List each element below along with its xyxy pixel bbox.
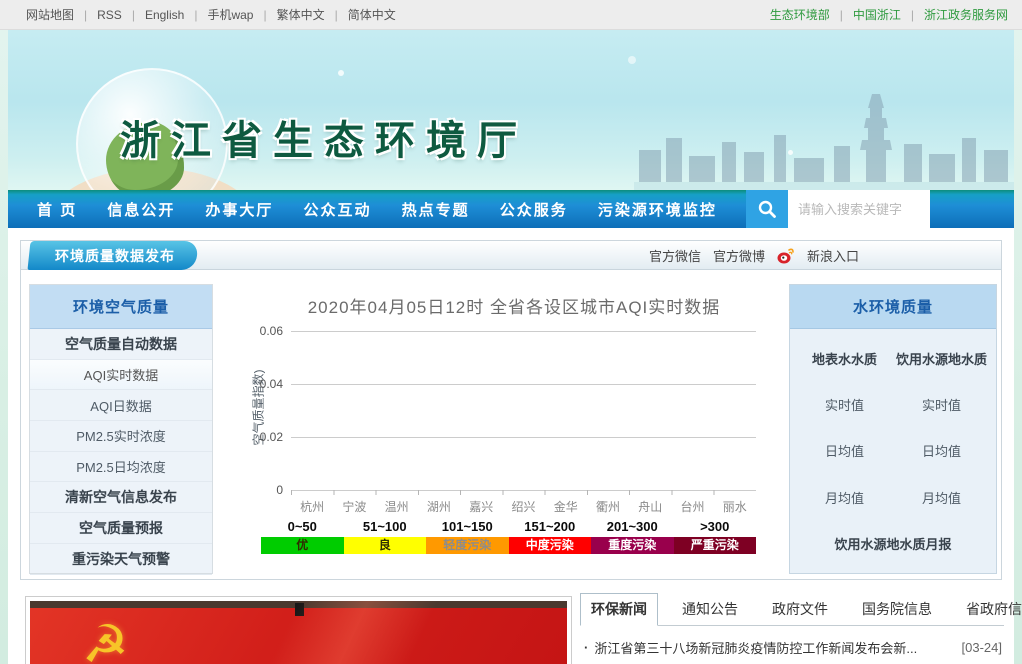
water-quality-panel: 水环境质量 地表水水质 饮用水源地水质 实时值 实时值 日均值 日均值 月均值 …	[789, 284, 997, 574]
menu-item-pm25-realtime[interactable]: PM2.5实时浓度	[30, 421, 212, 452]
chart-plot-area	[291, 331, 756, 490]
news-list-item[interactable]: · 浙江省第三十八场新冠肺炎疫情防控工作新闻发布会新... [03-24]	[580, 638, 1004, 657]
nav-public-interaction[interactable]: 公众互动	[304, 199, 372, 220]
city-wenzhou: 温州	[376, 498, 418, 515]
link-english[interactable]: English	[145, 8, 184, 22]
link-sitemap[interactable]: 网站地图	[26, 6, 74, 23]
menu-item-aqi-daily[interactable]: AQI日数据	[30, 390, 212, 421]
nav-home[interactable]: 首 页	[37, 199, 77, 220]
city-shaoxing: 绍兴	[502, 498, 544, 515]
legend-severe-pollution: 严重污染	[674, 537, 757, 554]
city-hangzhou: 杭州	[291, 498, 333, 515]
news-tabs: 环保新闻 通知公告 政府文件 国务院信息 省政府信息	[580, 596, 1004, 626]
link-surface-realtime[interactable]: 实时值	[796, 395, 893, 414]
news-item-title: 浙江省第三十八场新冠肺炎疫情防控工作新闻发布会新...	[594, 638, 953, 657]
city-jiaxing: 嘉兴	[460, 498, 502, 515]
bullet: ·	[584, 640, 588, 655]
city-lishui: 丽水	[714, 498, 756, 515]
main-nav: 首 页 信息公开 办事大厅 公众互动 热点专题 公众服务 污染源环境监控	[8, 190, 1014, 228]
city-jinhua: 金华	[545, 498, 587, 515]
tab-provincial-gov-info[interactable]: 省政府信息	[956, 594, 1022, 625]
link-surface-water[interactable]: 地表水水质	[796, 349, 893, 368]
link-drinking-monthly[interactable]: 月均值	[893, 488, 990, 507]
link-china-zhejiang[interactable]: 中国浙江	[853, 6, 901, 23]
tab-state-council-info[interactable]: 国务院信息	[852, 594, 942, 625]
search-input[interactable]	[788, 190, 930, 228]
link-drinking-water-source[interactable]: 饮用水源地水质	[893, 349, 990, 368]
ytick-0.04: 0.04	[241, 377, 283, 391]
nav-info-disclosure[interactable]: 信息公开	[107, 199, 175, 220]
search-icon	[757, 199, 777, 219]
city-taizhou: 台州	[671, 498, 713, 515]
link-simplified-chinese[interactable]: 简体中文	[348, 6, 396, 23]
menu-item-aqi-realtime[interactable]: AQI实时数据	[30, 360, 212, 391]
tab-env-news[interactable]: 环保新闻	[580, 593, 658, 626]
news-photo: ☭	[30, 601, 567, 664]
link-drinking-realtime[interactable]: 实时值	[893, 395, 990, 414]
link-drinking-daily[interactable]: 日均值	[893, 441, 990, 460]
menu-item-pm25-daily[interactable]: PM2.5日均浓度	[30, 452, 212, 483]
menu-item-auto-data[interactable]: 空气质量自动数据	[30, 329, 212, 360]
city-quzhou: 衢州	[587, 498, 629, 515]
news-item-date: [03-24]	[962, 640, 1002, 655]
section-title-tab[interactable]: 环境质量数据发布	[27, 241, 198, 270]
site-banner: 浙江省生态环境厅	[8, 30, 1014, 190]
menu-item-heavy-pollution-warning[interactable]: 重污染天气预警	[30, 544, 212, 575]
news-panel: 环保新闻 通知公告 政府文件 国务院信息 省政府信息 · 浙江省第三十八场新冠肺…	[580, 596, 1004, 664]
legend-good: 良	[344, 537, 427, 554]
site-title: 浙江省生态环境厅	[120, 108, 528, 166]
air-menu-header[interactable]: 环境空气质量	[30, 285, 212, 329]
link-surface-monthly[interactable]: 月均值	[796, 488, 893, 507]
topbar-right-links: 生态环境部| 中国浙江| 浙江政务服务网	[770, 6, 1008, 23]
ytick-0: 0	[241, 483, 283, 497]
city-zhoushan: 舟山	[629, 498, 671, 515]
link-mee[interactable]: 生态环境部	[770, 6, 830, 23]
nav-public-service[interactable]: 公众服务	[500, 199, 568, 220]
link-drinking-water-monthly-report[interactable]: 饮用水源地水质月报	[796, 534, 990, 553]
legend-moderate-pollution: 中度污染	[509, 537, 592, 554]
link-mobile-wap[interactable]: 手机wap	[207, 6, 253, 23]
top-utility-bar: 网站地图| RSS| English| 手机wap| 繁体中文| 简体中文 生态…	[0, 0, 1022, 30]
city-huzhou: 湖州	[418, 498, 460, 515]
aqi-legend-ranges: 0~50 51~100 101~150 151~200 201~300 >300	[261, 519, 756, 534]
sina-entry-link[interactable]: 新浪入口	[807, 246, 859, 265]
chart-title: 2020年04月05日12时 全省各设区城市AQI实时数据	[231, 293, 797, 318]
nav-pollution-monitoring[interactable]: 污染源环境监控	[598, 199, 717, 220]
tab-notices[interactable]: 通知公告	[672, 594, 748, 625]
aqi-legend-bands: 优 良 轻度污染 中度污染 重度污染 严重污染	[261, 537, 756, 554]
x-axis-ticks	[291, 490, 756, 495]
content-area: 环境质量数据发布 官方微信 官方微博 新浪入口 环境空气质量 空气质量自动数据 …	[8, 228, 1014, 664]
link-rss[interactable]: RSS	[97, 8, 122, 22]
env-quality-panel: 环境质量数据发布 官方微信 官方微博 新浪入口 环境空气质量 空气质量自动数据 …	[20, 240, 1002, 580]
x-axis-city-labels: 杭州 宁波 温州 湖州 嘉兴 绍兴 金华 衢州 舟山 台州 丽水	[291, 498, 756, 515]
tab-gov-documents[interactable]: 政府文件	[762, 594, 838, 625]
party-emblem-icon: ☭	[82, 619, 129, 664]
weibo-icon	[777, 248, 795, 264]
link-zhejiang-gov-service[interactable]: 浙江政务服务网	[924, 6, 1008, 23]
legend-excellent: 优	[261, 537, 344, 554]
search-button[interactable]	[746, 190, 788, 228]
legend-heavy-pollution: 重度污染	[591, 537, 674, 554]
photo-slideshow-panel[interactable]: ☭	[25, 596, 572, 664]
section-header-bar: 环境质量数据发布 官方微信 官方微博 新浪入口	[21, 241, 1001, 270]
official-weibo-link[interactable]: 官方微博	[713, 246, 765, 265]
water-panel-header[interactable]: 水环境质量	[790, 285, 996, 329]
topbar-left-links: 网站地图| RSS| English| 手机wap| 繁体中文| 简体中文	[26, 6, 396, 23]
ytick-0.02: 0.02	[241, 430, 283, 444]
city-skyline-illustration	[634, 80, 1014, 190]
official-wechat-link[interactable]: 官方微信	[649, 246, 701, 265]
nav-service-hall[interactable]: 办事大厅	[205, 199, 273, 220]
air-quality-menu: 环境空气质量 空气质量自动数据 AQI实时数据 AQI日数据 PM2.5实时浓度…	[29, 284, 213, 574]
legend-light-pollution: 轻度污染	[426, 537, 509, 554]
menu-item-fresh-air[interactable]: 清新空气信息发布	[30, 482, 212, 513]
city-ningbo: 宁波	[333, 498, 375, 515]
link-traditional-chinese[interactable]: 繁体中文	[277, 6, 325, 23]
menu-item-aq-forecast[interactable]: 空气质量预报	[30, 513, 212, 544]
link-surface-daily[interactable]: 日均值	[796, 441, 893, 460]
ytick-0.06: 0.06	[241, 324, 283, 338]
nav-hot-topics[interactable]: 热点专题	[402, 199, 470, 220]
